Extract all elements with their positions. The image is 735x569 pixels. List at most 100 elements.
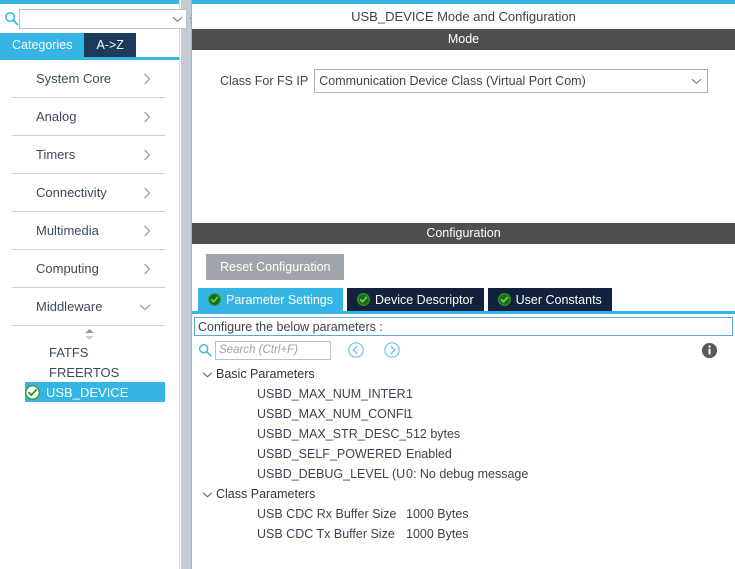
category-label: System Core <box>36 71 112 86</box>
parameter-group-basic[interactable]: Basic Parameters <box>198 364 735 384</box>
check-circle-icon <box>25 384 40 400</box>
sublist-label: FATFS <box>49 344 89 360</box>
class-for-fs-ip-select[interactable]: Communication Device Class (Virtual Port… <box>314 69 709 93</box>
chevron-right-icon <box>143 187 151 199</box>
search-icon <box>4 11 19 26</box>
table-row[interactable]: USB CDC Tx Buffer Size 1000 Bytes <box>198 524 735 544</box>
parameter-name: USB CDC Tx Buffer Size <box>257 527 395 541</box>
parameter-search-box[interactable] <box>215 340 331 360</box>
tab-label: Parameter Settings <box>226 292 333 307</box>
tab-label: User Constants <box>515 292 602 307</box>
class-for-fs-ip-row: Class For FS IP Communication Device Cla… <box>192 50 735 93</box>
parameter-value: 1000 Bytes <box>406 507 469 521</box>
table-row[interactable]: USB CDC Rx Buffer Size 1000 Bytes <box>198 504 735 524</box>
table-row[interactable]: USBD_SELF_POWERED (Enab... Enabled <box>198 444 735 464</box>
parameter-name: USBD_MAX_NUM_CONFIGURA... <box>257 407 406 421</box>
sidebar-item-system-core[interactable]: System Core <box>12 60 165 98</box>
sublist-label: USB_DEVICE <box>46 384 129 400</box>
configuration-section-body: Reset Configuration Parameter Settings D… <box>192 244 735 569</box>
category-label: Middleware <box>36 299 103 314</box>
tab-parameter-settings[interactable]: Parameter Settings <box>198 288 343 311</box>
search-next-button[interactable] <box>381 339 403 361</box>
chevron-right-icon <box>143 263 151 275</box>
reset-row: Reset Configuration <box>192 244 735 288</box>
middleware-sublist: FATFS FREERTOS USB_DEVICE <box>0 342 179 402</box>
chevron-down-icon[interactable] <box>685 77 707 85</box>
configuration-tabs: Parameter Settings Device Descriptor Use… <box>192 288 735 311</box>
chevron-right-icon <box>143 73 151 85</box>
sidebar-item-computing[interactable]: Computing <box>12 250 165 288</box>
parameter-name: USBD_SELF_POWERED (Enab... <box>257 447 406 461</box>
chevron-down-icon[interactable] <box>198 371 216 378</box>
category-list: System Core Analog Timers Connectivity M… <box>0 60 179 326</box>
sidebar-item-fatfs[interactable]: FATFS <box>25 342 165 362</box>
check-circle-icon <box>357 293 370 306</box>
configure-banner: Configure the below parameters : <box>194 317 733 336</box>
table-row[interactable]: USBD_DEBUG_LEVEL (USBD ... 0: No debug m… <box>198 464 735 484</box>
parameter-value: 1 <box>406 387 413 401</box>
tab-user-constants[interactable]: User Constants <box>487 288 612 311</box>
search-previous-button[interactable] <box>345 339 367 361</box>
tab-categories[interactable]: Categories <box>0 33 85 57</box>
mode-section-header: Mode <box>192 29 735 50</box>
configuration-tabs-underline <box>192 311 735 314</box>
parameter-name: USB CDC Rx Buffer Size <box>257 507 397 521</box>
table-row[interactable]: USBD_MAX_NUM_CONFIGURA... 1 <box>198 404 735 424</box>
sidebar-item-freertos[interactable]: FREERTOS <box>25 362 165 382</box>
reset-configuration-button[interactable]: Reset Configuration <box>206 254 345 280</box>
class-for-fs-ip-value: Communication Device Class (Virtual Port… <box>319 74 586 88</box>
chevron-right-icon <box>143 111 151 123</box>
category-label: Analog <box>36 109 77 124</box>
category-label: Multimedia <box>36 223 99 238</box>
group-label: Basic Parameters <box>216 367 315 381</box>
app-root: Categories A->Z System Core Analog Timer… <box>0 0 735 569</box>
parameter-name: USBD_DEBUG_LEVEL (USBD ... <box>257 467 406 481</box>
tab-a-to-z[interactable]: A->Z <box>84 33 136 57</box>
parameter-search-input[interactable] <box>216 341 330 359</box>
sidebar-item-middleware[interactable]: Middleware <box>12 288 165 326</box>
group-label: Class Parameters <box>216 487 316 501</box>
sublist-label: FREERTOS <box>49 364 120 380</box>
configuration-section-header: Configuration <box>192 223 735 244</box>
sidebar-search-row <box>0 4 203 33</box>
sidebar-tabs: Categories A->Z <box>0 33 179 57</box>
sidebar-item-usb-device[interactable]: USB_DEVICE <box>25 382 165 402</box>
parameter-group-class[interactable]: Class Parameters <box>198 484 735 504</box>
left-sidebar: Categories A->Z System Core Analog Timer… <box>0 0 203 569</box>
class-for-fs-ip-label: Class For FS IP <box>220 74 309 88</box>
tab-label: Device Descriptor <box>375 292 474 307</box>
chevron-down-icon <box>139 303 151 311</box>
table-row[interactable]: USBD_MAX_NUM_INTERFACE... 1 <box>198 384 735 404</box>
parameter-value: 1 <box>406 407 413 421</box>
sidebar-item-connectivity[interactable]: Connectivity <box>12 174 165 212</box>
sidebar-search-combo[interactable] <box>19 8 187 29</box>
parameter-name: USBD_MAX_NUM_INTERFACE... <box>257 387 406 401</box>
chevron-down-icon[interactable] <box>198 491 216 498</box>
parameter-search-toolbar <box>192 336 735 364</box>
scroll-spinner[interactable] <box>0 326 179 342</box>
parameter-value: 1000 Bytes <box>406 527 469 541</box>
main-panel: USB_DEVICE Mode and Configuration Mode C… <box>192 0 735 569</box>
parameter-tree: Basic Parameters USBD_MAX_NUM_INTERFACE.… <box>192 364 735 569</box>
parameter-value: 0: No debug message <box>406 467 529 481</box>
info-icon[interactable] <box>699 340 719 360</box>
tab-device-descriptor[interactable]: Device Descriptor <box>347 288 484 311</box>
chevron-down-icon[interactable] <box>168 15 186 23</box>
panel-divider-scrollbar[interactable] <box>180 0 192 569</box>
category-label: Timers <box>36 147 76 162</box>
category-label: Computing <box>36 261 99 276</box>
search-input[interactable] <box>20 9 168 28</box>
category-label: Connectivity <box>36 185 107 200</box>
mode-section-body: Class For FS IP Communication Device Cla… <box>192 50 735 223</box>
parameter-name: USBD_MAX_STR_DESC_SIZ (M... <box>257 427 406 441</box>
page-title: USB_DEVICE Mode and Configuration <box>192 4 735 29</box>
chevron-right-icon <box>143 149 151 161</box>
sidebar-item-timers[interactable]: Timers <box>12 136 165 174</box>
parameter-value: 512 bytes <box>406 427 461 441</box>
table-row[interactable]: USBD_MAX_STR_DESC_SIZ (M... 512 bytes <box>198 424 735 444</box>
sidebar-item-analog[interactable]: Analog <box>12 98 165 136</box>
search-icon <box>198 343 212 357</box>
sidebar-item-multimedia[interactable]: Multimedia <box>12 212 165 250</box>
parameter-value: Enabled <box>406 447 452 461</box>
check-circle-icon <box>208 293 221 306</box>
